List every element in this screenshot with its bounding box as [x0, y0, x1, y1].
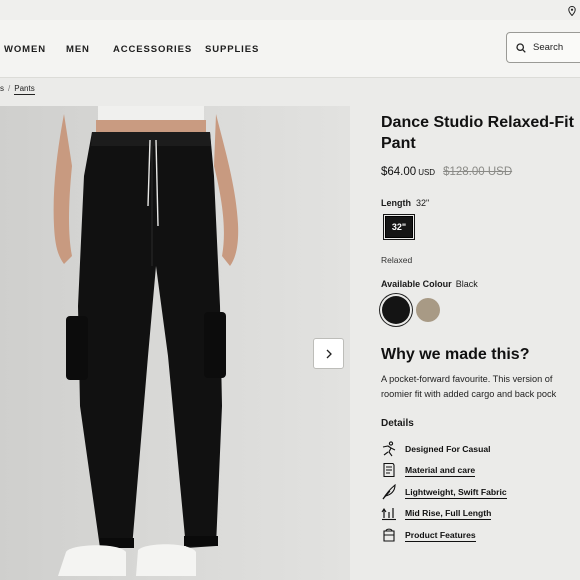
nav-men[interactable]: MEN: [66, 44, 90, 55]
price-block: $64.00 USD $128.00 USD: [381, 166, 512, 178]
length-label: Length 32": [381, 198, 429, 208]
price-currency: USD: [418, 168, 436, 177]
carousel-next-button[interactable]: [313, 338, 344, 369]
nav-women[interactable]: WOMEN: [4, 44, 46, 55]
colour-heading: Available Colour: [381, 279, 452, 289]
search-icon: [516, 43, 526, 53]
length-selected-value: 32": [416, 198, 430, 208]
why-description: A pocket-forward favourite. This version…: [381, 372, 580, 402]
product-title-line2: Pant: [381, 135, 416, 152]
feather-icon: [382, 484, 396, 500]
person-activity-icon: [382, 441, 396, 457]
chevron-right-icon: [326, 349, 332, 358]
location-pin-icon[interactable]: [568, 3, 576, 21]
product-title-line1: Dance Studio Relaxed-Fit: [381, 114, 574, 131]
detail-label[interactable]: Material and care: [405, 465, 476, 477]
why-description-line2: roomier fit with added cargo and back po…: [381, 389, 557, 399]
care-label-icon: [383, 462, 395, 478]
product-title: Dance Studio Relaxed-Fit Pant: [381, 112, 580, 154]
breadcrumb-parent[interactable]: s: [0, 84, 4, 93]
length-heading: Length: [381, 198, 411, 208]
colour-selected-value: Black: [455, 279, 478, 289]
nav-supplies[interactable]: SUPPLIES: [205, 44, 259, 55]
colour-label: Available Colour Black: [381, 279, 478, 289]
detail-material-care[interactable]: Material and care: [381, 461, 580, 479]
main-navigation: WOMEN MEN ACCESSORIES SUPPLIES Search: [0, 20, 580, 78]
search-button[interactable]: Search: [506, 32, 580, 63]
colour-swatch-black[interactable]: [382, 296, 410, 324]
sale-price: $64.00: [381, 166, 417, 178]
details-heading: Details: [381, 418, 414, 429]
breadcrumb: s / Pants: [0, 84, 35, 95]
detail-product-features[interactable]: Product Features: [381, 526, 580, 544]
detail-rise-length[interactable]: Mid Rise, Full Length: [381, 504, 580, 522]
detail-label[interactable]: Mid Rise, Full Length: [405, 508, 492, 520]
breadcrumb-separator: /: [8, 84, 11, 93]
colour-swatch-taupe[interactable]: [416, 298, 440, 322]
detail-designed-for: Designed For Casual: [381, 440, 580, 458]
why-heading: Why we made this?: [381, 346, 530, 363]
detail-label: Designed For Casual: [405, 444, 491, 454]
search-label: Search: [533, 42, 564, 53]
why-description-line1: A pocket-forward favourite. This version…: [381, 374, 553, 384]
model-wearing-pants-illustration: [53, 106, 239, 576]
detail-fabric[interactable]: Lightweight, Swift Fabric: [381, 483, 580, 501]
product-image[interactable]: [0, 106, 350, 580]
original-price: $128.00 USD: [443, 166, 513, 178]
breadcrumb-current[interactable]: Pants: [14, 84, 35, 95]
detail-label[interactable]: Product Features: [405, 530, 476, 542]
top-utility-bar: [0, 0, 580, 20]
nav-accessories[interactable]: ACCESSORIES: [113, 44, 192, 55]
fit-label: Relaxed: [381, 255, 413, 265]
rise-arrow-icon: [381, 508, 396, 521]
detail-label[interactable]: Lightweight, Swift Fabric: [405, 487, 507, 499]
product-box-icon: [383, 528, 395, 542]
length-option-32[interactable]: 32": [383, 214, 415, 240]
